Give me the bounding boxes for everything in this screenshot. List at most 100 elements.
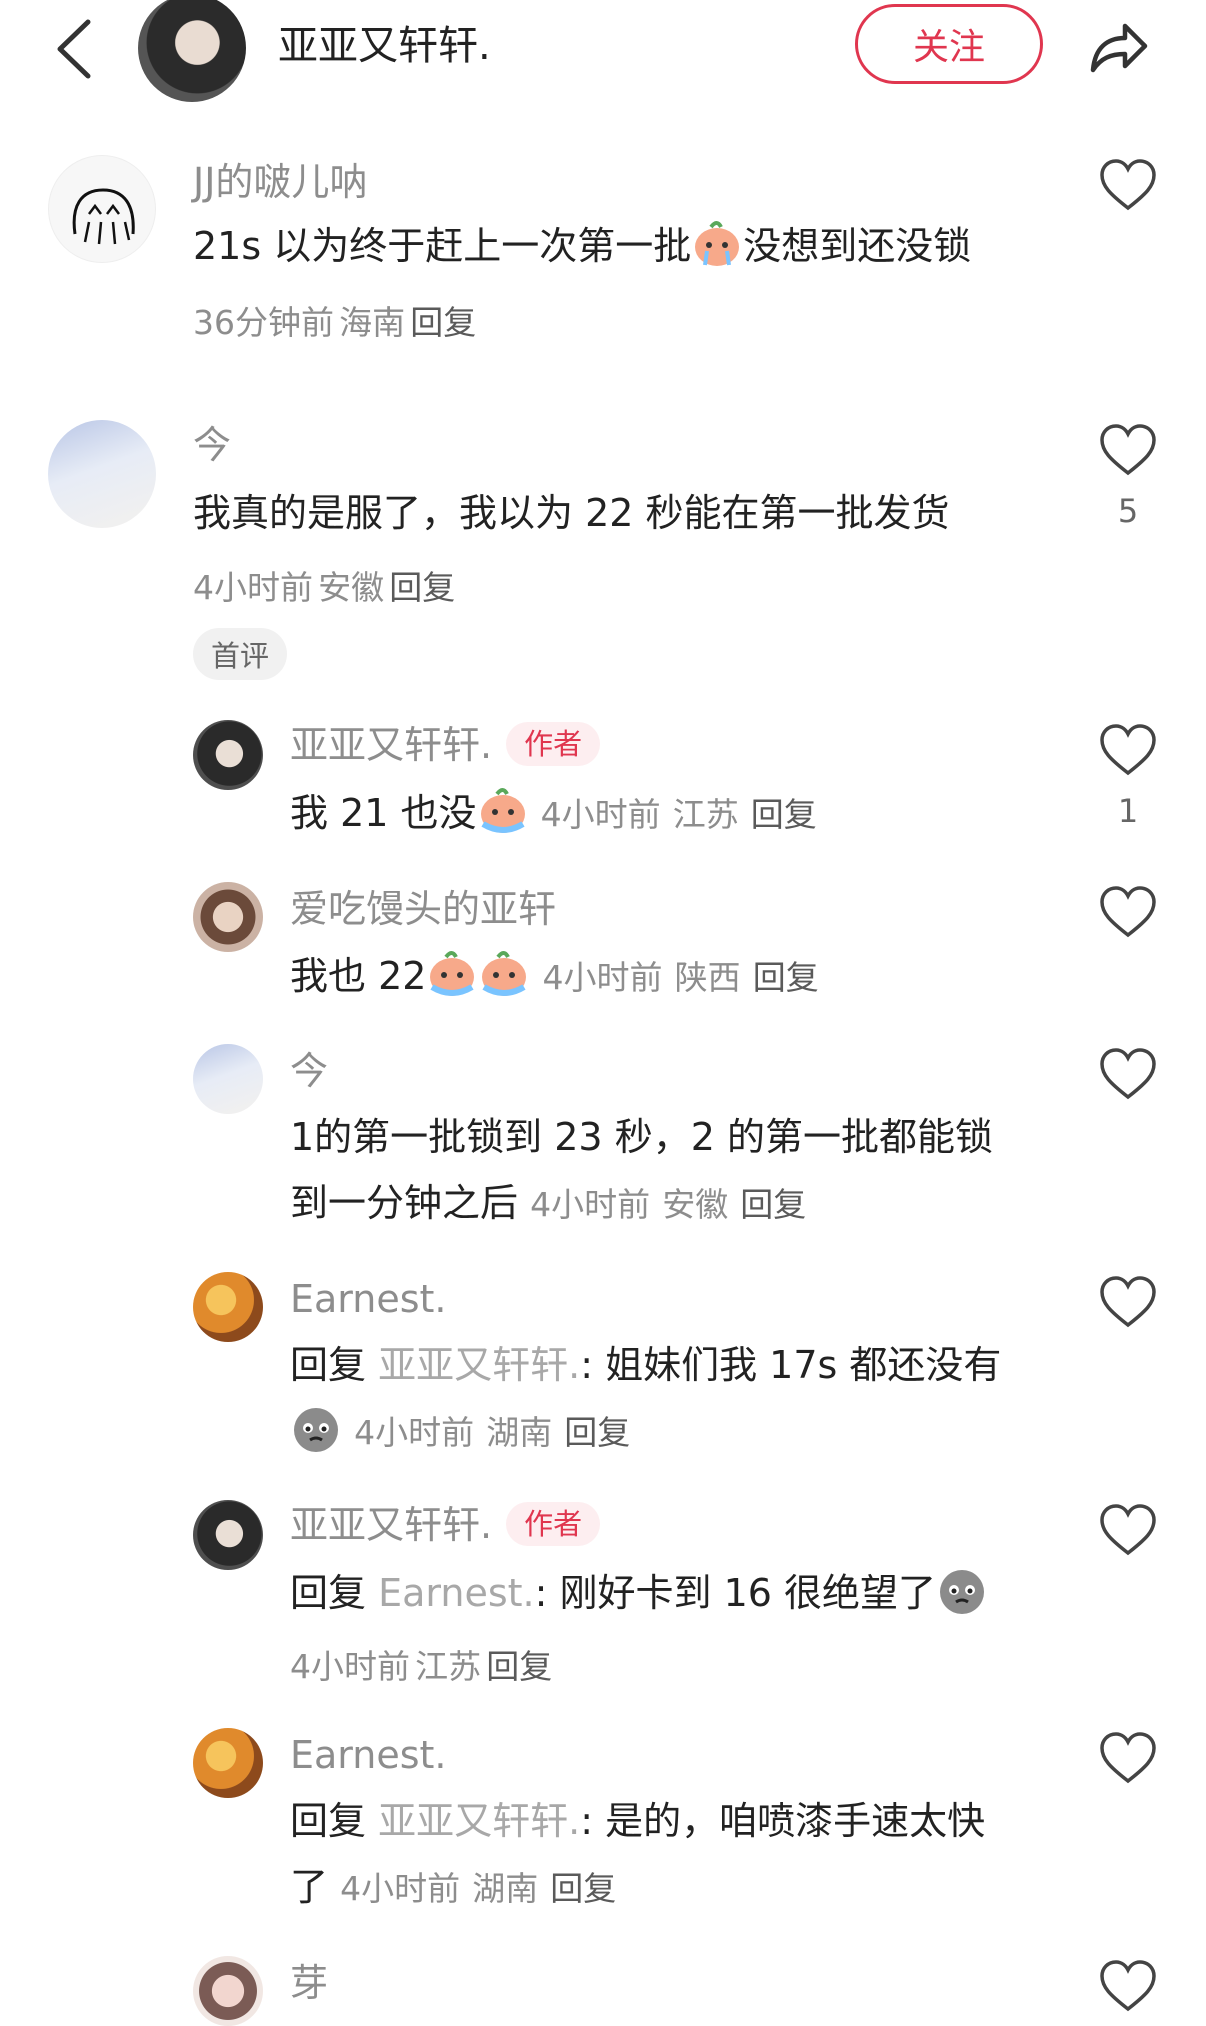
mention-link[interactable]: 亚亚又轩轩. bbox=[378, 1343, 580, 1387]
reply-location: 湖南 bbox=[472, 1869, 539, 1908]
avatar[interactable] bbox=[193, 1500, 263, 1570]
reply-time: 4小时前 bbox=[530, 1185, 651, 1224]
mention-link[interactable]: Earnest. bbox=[378, 1571, 535, 1615]
doodle-avatar-icon bbox=[72, 188, 135, 245]
reply-location: 湖南 bbox=[486, 1413, 553, 1452]
reply-username-row: 亚亚又轩轩. 作者 bbox=[290, 1500, 601, 1550]
crying-peach-emoji-icon bbox=[482, 951, 527, 996]
reply-location: 安徽 bbox=[662, 1185, 729, 1224]
author-badge: 作者 bbox=[506, 1502, 601, 1546]
reply-link[interactable]: 回复 bbox=[389, 568, 455, 607]
reply-meta-row: 4小时前 湖南 回复 bbox=[290, 1398, 630, 1466]
reply-location: 陕西 bbox=[674, 958, 741, 997]
heart-outline-icon bbox=[1100, 886, 1156, 938]
like-button[interactable] bbox=[1098, 1503, 1158, 1561]
like-button[interactable] bbox=[1098, 1959, 1158, 2017]
first-comment-badge: 首评 bbox=[193, 628, 287, 680]
comment-username[interactable]: 今 bbox=[193, 420, 231, 470]
reply-text-part: : 是的，咱喷漆手速太快 bbox=[580, 1799, 986, 1843]
comment-location: 海南 bbox=[339, 303, 406, 342]
reply-username[interactable]: 芽 bbox=[290, 1958, 328, 2008]
heart-outline-icon bbox=[1100, 724, 1156, 776]
comment-location: 安徽 bbox=[318, 568, 385, 607]
like-button[interactable] bbox=[1098, 885, 1158, 943]
heart-outline-icon bbox=[1100, 159, 1156, 211]
heart-outline-icon bbox=[1100, 1504, 1156, 1556]
heart-outline-icon bbox=[1100, 1960, 1156, 2012]
avatar[interactable] bbox=[193, 882, 263, 952]
share-button[interactable] bbox=[1085, 14, 1151, 80]
comment-time: 36分钟前 bbox=[193, 303, 334, 342]
crying-peach-emoji-icon bbox=[695, 221, 740, 266]
reply-link[interactable]: 回复 bbox=[564, 1413, 630, 1452]
avatar[interactable] bbox=[193, 1044, 263, 1114]
reply-prefix: 回复 bbox=[290, 1343, 367, 1387]
reply-text-line2-row: 了 4小时前 湖南 回复 bbox=[290, 1854, 616, 1922]
reply-username[interactable]: 爱吃馒头的亚轩 bbox=[290, 884, 556, 934]
header-username[interactable]: 亚亚又轩轩. bbox=[278, 18, 491, 74]
reply-username-row: 亚亚又轩轩. 作者 bbox=[290, 720, 601, 770]
reply-link[interactable]: 回复 bbox=[751, 795, 817, 834]
reply-text: 我也 22 4小时前 陕西 回复 bbox=[290, 943, 819, 1011]
follow-button[interactable]: 关注 bbox=[855, 4, 1043, 84]
reply-text-part: : 刚好卡到 16 很绝望了 bbox=[534, 1571, 937, 1615]
reply-text-part: : 姐妹们我 17s 都还没有 bbox=[580, 1343, 1002, 1387]
reply-location: 江苏 bbox=[672, 795, 739, 834]
like-button[interactable] bbox=[1098, 1731, 1158, 1789]
chevron-left-icon bbox=[57, 19, 91, 79]
heart-outline-icon bbox=[1100, 424, 1156, 476]
reply-link[interactable]: 回复 bbox=[486, 1647, 552, 1686]
heart-outline-icon bbox=[1100, 1276, 1156, 1328]
avatar[interactable] bbox=[48, 155, 156, 263]
reply-text-part: 我也 22 bbox=[290, 954, 427, 998]
like-count: 1 bbox=[1117, 792, 1139, 830]
avatar[interactable] bbox=[193, 1272, 263, 1342]
author-avatar[interactable] bbox=[138, 0, 246, 102]
reply-meta: 4小时前 江苏 回复 bbox=[290, 1640, 552, 1688]
like-button[interactable] bbox=[1098, 1047, 1158, 1105]
reply-time: 4小时前 bbox=[354, 1413, 475, 1452]
comment-text-part: 21s 以为终于赶上一次第一批 bbox=[193, 224, 692, 268]
reply-text-part: 我 21 也没 bbox=[290, 791, 477, 835]
heart-outline-icon bbox=[1100, 1048, 1156, 1100]
reply-text: 回复 Earnest.: 刚好卡到 16 很绝望了 bbox=[290, 1560, 988, 1626]
crying-peach-emoji-icon bbox=[430, 951, 475, 996]
comment-username[interactable]: JJ的啵儿呐 bbox=[193, 157, 367, 207]
reply-text: 回复 亚亚又轩轩.: 是的，咱喷漆手速太快 bbox=[290, 1788, 985, 1854]
reply-link[interactable]: 回复 bbox=[740, 1185, 806, 1224]
like-count: 5 bbox=[1117, 492, 1139, 530]
heart-outline-icon bbox=[1100, 1732, 1156, 1784]
avatar[interactable] bbox=[193, 1728, 263, 1798]
reply-text-part: 到一分钟之后 bbox=[290, 1181, 519, 1225]
reply-location: 江苏 bbox=[415, 1647, 482, 1686]
mention-link[interactable]: 亚亚又轩轩. bbox=[378, 1799, 580, 1843]
reply-time: 4小时前 bbox=[542, 958, 663, 997]
like-button[interactable] bbox=[1098, 423, 1158, 481]
reply-link[interactable]: 回复 bbox=[550, 1869, 616, 1908]
reply-username[interactable]: 今 bbox=[290, 1046, 328, 1096]
reply-username[interactable]: 亚亚又轩轩. bbox=[290, 723, 492, 767]
reply-link[interactable]: 回复 bbox=[753, 958, 819, 997]
like-button[interactable] bbox=[1098, 723, 1158, 781]
comment-text: 21s 以为终于赶上一次第一批 没想到还没锁 bbox=[193, 213, 971, 279]
reply-time: 4小时前 bbox=[540, 795, 661, 834]
sweat-face-emoji-icon bbox=[940, 1570, 985, 1614]
sweat-face-emoji-icon bbox=[294, 1408, 338, 1452]
like-button[interactable] bbox=[1098, 1275, 1158, 1333]
reply-username[interactable]: 亚亚又轩轩. bbox=[290, 1503, 492, 1547]
reply-time: 4小时前 bbox=[290, 1647, 410, 1686]
reply-prefix: 回复 bbox=[290, 1571, 367, 1615]
reply-username[interactable]: Earnest. bbox=[290, 1730, 447, 1780]
reply-text-part: 了 bbox=[290, 1865, 329, 1909]
reply-text: 我 21 也没 4小时前 江苏 回复 bbox=[290, 780, 817, 848]
avatar[interactable] bbox=[48, 420, 156, 528]
back-button[interactable] bbox=[50, 14, 100, 84]
crying-peach-emoji-icon bbox=[480, 788, 525, 833]
reply-username[interactable]: Earnest. bbox=[290, 1274, 447, 1324]
reply-link[interactable]: 回复 bbox=[410, 303, 476, 342]
like-button[interactable] bbox=[1098, 158, 1158, 216]
avatar[interactable] bbox=[193, 1956, 263, 2026]
avatar[interactable] bbox=[193, 720, 263, 790]
author-badge: 作者 bbox=[506, 722, 601, 766]
reply-text-line2-row: 到一分钟之后 4小时前 安徽 回复 bbox=[290, 1170, 806, 1238]
